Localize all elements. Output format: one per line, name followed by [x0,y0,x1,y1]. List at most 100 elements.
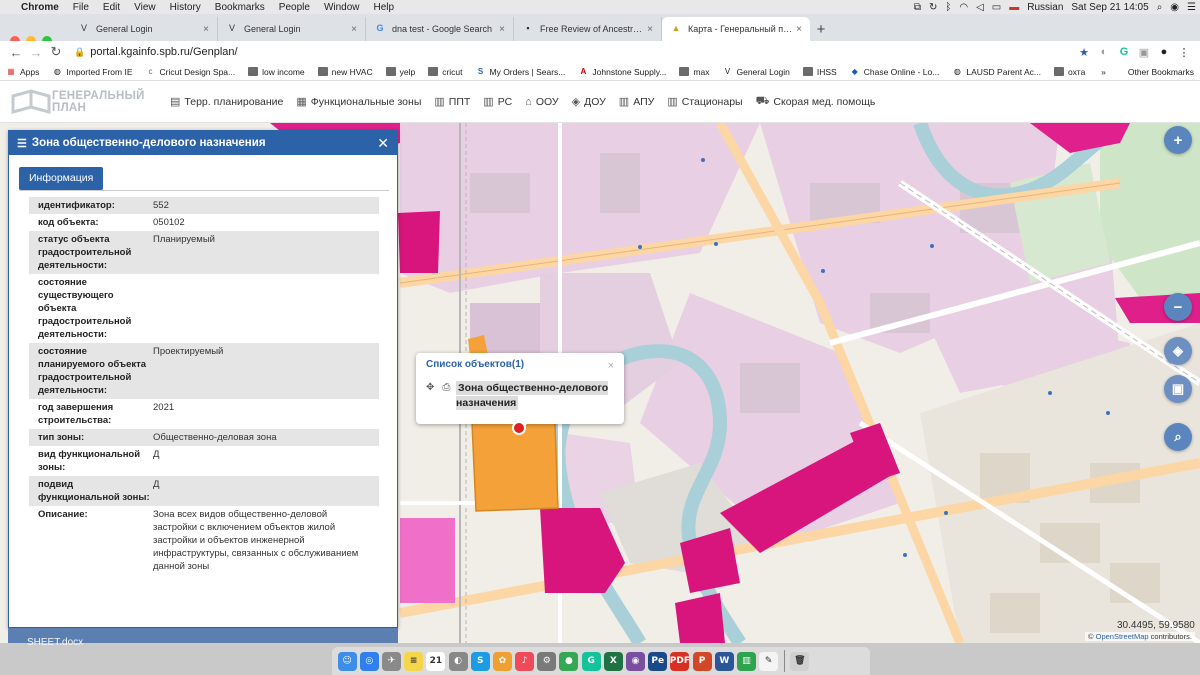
new-tab-button[interactable]: + [810,17,832,41]
nav-rs[interactable]: ▥ РС [483,95,512,109]
grammarly-icon[interactable]: G [581,651,601,671]
music-icon[interactable]: ♪ [515,651,535,671]
bookmark-cricut[interactable]: cricut [428,67,463,77]
dropbox-icon[interactable]: ⧉ [910,2,925,13]
system-preferences-icon[interactable]: ⚙ [537,651,557,671]
extension-icon[interactable]: ◐ [1094,46,1114,58]
bookmark-ihss[interactable]: IHSS [802,67,837,77]
input-source[interactable]: Russian [1023,2,1067,13]
bookmark-imported-from-ie[interactable]: ◍ Imported From IE [52,67,133,77]
zoom-in-button[interactable]: + [1164,126,1192,154]
nav-oou[interactable]: ⌂ ООУ [525,96,558,108]
calendar-icon[interactable]: 21 [426,651,446,671]
move-arrows-icon[interactable]: ✥ [426,382,434,393]
menu-window[interactable]: Window [317,2,367,13]
panel-close-icon[interactable]: ✕ [377,135,389,152]
tab-information[interactable]: Информация [19,167,104,190]
bookmark-my-orders-sears[interactable]: S My Orders | Sears... [476,67,566,77]
word-icon[interactable]: W [714,651,734,671]
close-tab-icon[interactable]: × [203,24,209,35]
bookmark-cricut-design[interactable]: c Cricut Design Spa... [146,67,236,77]
nav-ppt[interactable]: ▥ ППТ [434,95,470,109]
other-bookmarks[interactable]: » Other Bookmarks [1101,67,1194,77]
map-location-marker[interactable] [512,421,526,435]
menu-view[interactable]: View [127,2,163,13]
nav-dou[interactable]: ◈ ДОУ [572,95,606,109]
pages-icon[interactable]: ✎ [759,651,779,671]
close-tab-icon[interactable]: × [351,24,357,35]
trash-icon[interactable]: 🗑 [790,651,810,671]
popup-close-icon[interactable]: × [608,360,614,372]
pearson-icon[interactable]: Pe [648,651,668,671]
chrome-icon[interactable]: ● [559,651,579,671]
menu-edit[interactable]: Edit [96,2,127,13]
nav-terr-planning[interactable]: ▤ Терр. планирование [170,95,283,109]
app-menu[interactable]: Chrome [14,2,66,13]
excel-icon[interactable]: X [603,651,623,671]
menu-help[interactable]: Help [367,2,402,13]
numbers-icon[interactable]: ▥ [736,651,756,671]
menu-file[interactable]: File [66,2,96,13]
reload-icon[interactable]: ↻ [46,44,66,60]
nav-functional-zones[interactable]: ▦ Функциональные зоны [296,95,421,109]
safari-icon[interactable]: ◎ [359,651,379,671]
desktop-file-label[interactable]: SHEET.docx [27,637,83,648]
chevron-right-icon[interactable]: » [1101,67,1106,77]
bookmark-chase-online[interactable]: ◆ Chase Online - Lo... [850,67,940,77]
volume-icon[interactable]: ◁ [972,2,988,13]
search-map-icon[interactable]: ⌕ [1164,423,1192,451]
battery-icon[interactable]: ▭ [988,2,1005,13]
basemap-switch-icon[interactable]: ▣ [1164,375,1192,403]
menu-history[interactable]: History [163,2,208,13]
tab-general-login-1[interactable]: V General Login × [70,17,218,41]
profile-avatar[interactable]: ● [1154,46,1174,58]
bookmark-okhta[interactable]: охта [1054,67,1085,77]
lock-icon[interactable]: 🔒 [74,47,85,58]
popup-object-item[interactable]: Зона общественно-делового назначения [456,381,612,411]
zoom-out-button[interactable]: − [1164,293,1192,321]
layers-toggle-icon[interactable]: ◈ [1164,337,1192,365]
tab-google-search[interactable]: G dna test - Google Search × [366,17,514,41]
clock[interactable]: Sat Sep 21 14:05 [1067,2,1152,13]
close-tab-icon[interactable]: × [647,24,653,35]
bookmark-new-hvac[interactable]: new HVAC [317,67,373,77]
bluetooth-icon[interactable]: ᛒ [941,2,955,13]
bookmark-low-income[interactable]: low income [248,67,305,77]
search-icon[interactable]: ⌕ [1153,2,1167,13]
powerpoint-icon[interactable]: P [692,651,712,671]
back-icon[interactable]: ← [6,45,26,60]
control-center-icon[interactable]: ☰ [1183,2,1200,13]
grammarly-extension-icon[interactable]: G [1114,46,1134,58]
bookmark-star-icon[interactable]: ★ [1074,46,1094,59]
close-tab-icon[interactable]: × [499,24,505,35]
menu-icon[interactable]: ⋮ [1174,46,1194,59]
menu-bookmarks[interactable]: Bookmarks [208,2,272,13]
siri-icon[interactable]: ◉ [1166,2,1183,13]
openstreetmap-link[interactable]: OpenStreetMap [1096,632,1149,641]
bookmark-lausd-parent[interactable]: ◍ LAUSD Parent Ac... [952,67,1041,77]
nav-ambulance[interactable]: ⛟ Скорая мед. помощь [756,95,876,109]
bookmark-johnstone-supply[interactable]: A Johnstone Supply... [578,67,667,77]
print-icon[interactable]: ⎙ [442,382,450,393]
bookmark-general-login[interactable]: V General Login [722,67,790,77]
skype-icon[interactable]: S [470,651,490,671]
close-tab-icon[interactable]: × [796,24,802,35]
pdf-icon[interactable]: PDF [670,651,690,671]
notes-icon[interactable]: ≡ [404,651,424,671]
preview-icon[interactable]: ◐ [448,651,468,671]
bookmark-apps[interactable]: ▦ Apps [6,67,39,77]
menu-people[interactable]: People [272,2,317,13]
nav-apu[interactable]: ▥ АПУ [619,95,655,109]
finder-icon[interactable]: ☺ [337,651,357,671]
tab-ancestry-review[interactable]: ▪ Free Review of Ancestry Dna T × [514,17,662,41]
bookmark-max[interactable]: max [679,67,709,77]
nav-hospitals[interactable]: ▥ Стационары [667,95,742,109]
wifi-icon[interactable]: ◠ [955,2,972,13]
sync-icon[interactable]: ↻ [925,2,941,13]
extension-icon[interactable]: ▣ [1134,46,1154,59]
photos-icon[interactable]: ✿ [492,651,512,671]
forward-icon[interactable]: → [26,45,46,60]
tab-general-login-2[interactable]: V General Login × [218,17,366,41]
bookmark-yelp[interactable]: yelp [385,67,415,77]
tab-genplan-map[interactable]: ▲ Карта - Генеральный план Са × [662,17,810,41]
